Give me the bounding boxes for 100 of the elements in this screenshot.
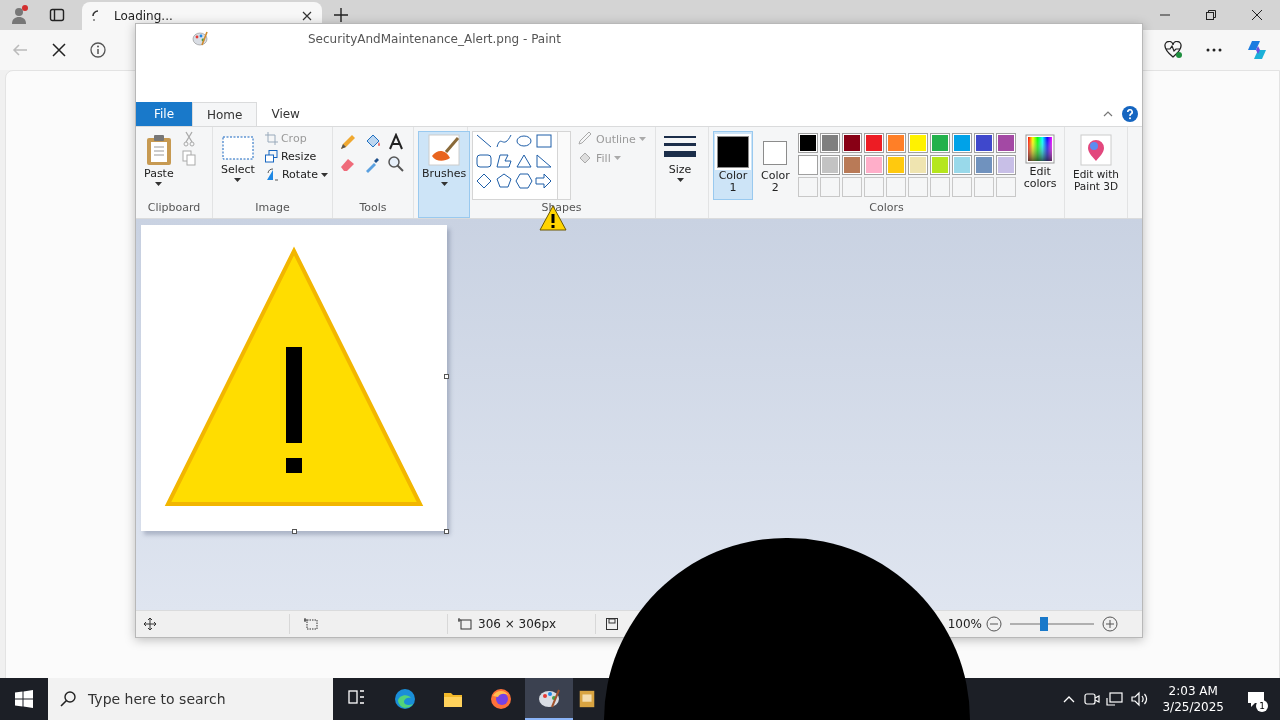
network-icon[interactable] <box>1106 690 1125 708</box>
meet-icon[interactable] <box>1082 690 1101 708</box>
close-icon[interactable] <box>1252 10 1262 20</box>
shape-scroll-bar[interactable] <box>558 131 571 200</box>
color-button[interactable]: Color 1 <box>713 131 753 200</box>
ribbon-tab[interactable]: View <box>257 102 314 126</box>
shape-icon[interactable] <box>475 133 493 149</box>
palette-swatch[interactable] <box>797 133 818 153</box>
resize-button[interactable]: Resize <box>262 149 330 164</box>
resize-handle[interactable] <box>292 529 297 534</box>
group-label: Tools <box>358 200 388 216</box>
restore-icon[interactable] <box>1206 10 1216 20</box>
magnifier-icon[interactable] <box>387 155 405 173</box>
rotate-icon <box>264 168 279 181</box>
palette-swatch[interactable] <box>951 133 972 153</box>
paint-app-icon <box>192 30 208 46</box>
shape-icon[interactable] <box>475 173 493 189</box>
edit-colors-button[interactable]: Edit colors <box>1019 131 1061 200</box>
volume-icon[interactable] <box>1130 690 1149 708</box>
ribbon-tab[interactable]: Home <box>192 102 258 126</box>
palette-swatch[interactable] <box>841 133 862 153</box>
shape-icon[interactable] <box>495 173 513 189</box>
palette-swatch[interactable] <box>863 133 884 153</box>
palette-swatch[interactable] <box>797 155 818 175</box>
rotate-button[interactable]: Rotate <box>262 167 330 182</box>
outline-icon <box>577 132 593 146</box>
shape-icon[interactable] <box>515 153 533 169</box>
selection-icon <box>221 134 254 162</box>
stop-icon[interactable] <box>52 43 66 57</box>
palette-swatch[interactable] <box>995 133 1016 153</box>
save-icon <box>606 618 618 630</box>
palette-swatch[interactable] <box>929 133 950 153</box>
palette-swatch[interactable] <box>907 133 928 153</box>
pencil-icon[interactable] <box>339 133 357 151</box>
brush-icon <box>428 134 461 166</box>
firefox-icon <box>490 688 512 710</box>
image-dimensions: 306 × 306px <box>478 617 557 631</box>
palette-swatch[interactable] <box>973 133 994 153</box>
notification-icon[interactable] <box>1246 689 1266 709</box>
resize-handle[interactable] <box>444 374 449 379</box>
caret-icon <box>613 156 621 160</box>
palette-swatch[interactable] <box>907 155 928 175</box>
zoom-level: 100% <box>947 617 982 631</box>
palette-swatch[interactable] <box>995 155 1016 175</box>
fill-icon <box>577 151 593 165</box>
palette-swatch[interactable] <box>863 155 884 175</box>
close-icon[interactable] <box>302 11 312 21</box>
palette-swatch[interactable] <box>885 133 906 153</box>
select-button[interactable]: Select <box>217 131 259 200</box>
shape-icon[interactable] <box>495 153 513 169</box>
shape-icon[interactable] <box>475 153 493 169</box>
zoom-in-icon[interactable] <box>1102 616 1118 632</box>
palette-swatch[interactable] <box>819 133 840 153</box>
shape-icon[interactable] <box>515 133 533 149</box>
search-field[interactable]: Type here to search <box>48 678 333 720</box>
text-icon[interactable] <box>387 133 405 151</box>
palette-swatch[interactable] <box>929 155 950 175</box>
group-label: Shapes <box>540 200 583 216</box>
caret-icon <box>234 178 242 182</box>
paint-3d-icon <box>1080 134 1112 166</box>
new-tab-icon[interactable] <box>334 8 348 22</box>
clock-time[interactable]: 2:03 AM <box>1168 683 1218 699</box>
palette-swatch[interactable] <box>819 155 840 175</box>
copilot-icon[interactable] <box>1246 39 1268 61</box>
windows-start-icon[interactable] <box>15 690 33 708</box>
clock-date[interactable]: 3/25/2025 <box>1162 699 1224 715</box>
group-label: Colors <box>868 200 905 216</box>
palette-swatch[interactable] <box>973 155 994 175</box>
size-button[interactable]: Size <box>660 131 700 218</box>
paint-3d-button[interactable]: Edit with Paint 3D <box>1069 131 1123 218</box>
caret-icon <box>440 182 448 186</box>
more-icon[interactable] <box>1206 48 1222 52</box>
search-icon <box>60 691 76 707</box>
info-icon[interactable] <box>90 42 106 58</box>
resize-handle[interactable] <box>444 529 449 534</box>
help-icon[interactable] <box>1122 106 1138 122</box>
image-size-icon <box>458 618 472 630</box>
palette-swatch[interactable] <box>951 155 972 175</box>
shape-icon[interactable] <box>535 153 553 169</box>
zoom-slider-thumb[interactable] <box>1039 617 1048 631</box>
color-button[interactable]: Color 2 <box>757 131 794 200</box>
shape-icon[interactable] <box>495 133 513 149</box>
shape-icon[interactable] <box>535 173 553 189</box>
paste-button[interactable]: Paste <box>140 131 178 200</box>
taskbar-app-button[interactable] <box>525 678 573 720</box>
clipboard-icon <box>144 134 173 166</box>
profile-icon[interactable] <box>9 5 29 25</box>
shape-icon[interactable] <box>515 173 533 189</box>
window-title: SecurityAndMaintenance_Alert.png - Paint <box>308 31 561 46</box>
zoom-out-icon[interactable] <box>986 616 1002 632</box>
selection-size-icon <box>304 618 318 630</box>
ribbon-tab[interactable]: File <box>136 102 192 126</box>
caret-icon <box>320 172 328 177</box>
tab-actions-icon[interactable] <box>49 7 65 23</box>
brushes-button[interactable]: Brushes <box>418 131 471 218</box>
notification-count: 1 <box>1256 700 1268 712</box>
caret-icon <box>676 178 684 182</box>
palette-swatch[interactable] <box>885 155 906 175</box>
heartbeat-icon[interactable] <box>1164 41 1182 59</box>
palette-swatch[interactable] <box>841 155 862 175</box>
